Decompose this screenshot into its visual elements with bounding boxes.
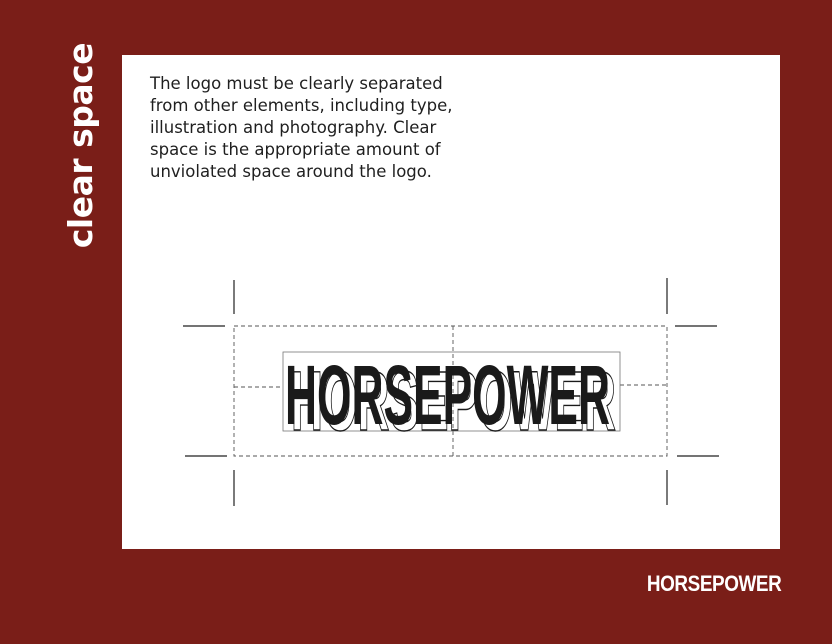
logo-wordmark: HORSEPOWER xyxy=(285,348,610,442)
clear-space-diagram: HORSEPOWER HORSEPOWER xyxy=(183,278,719,506)
footer-logo: HORSEPOWER xyxy=(646,571,782,596)
